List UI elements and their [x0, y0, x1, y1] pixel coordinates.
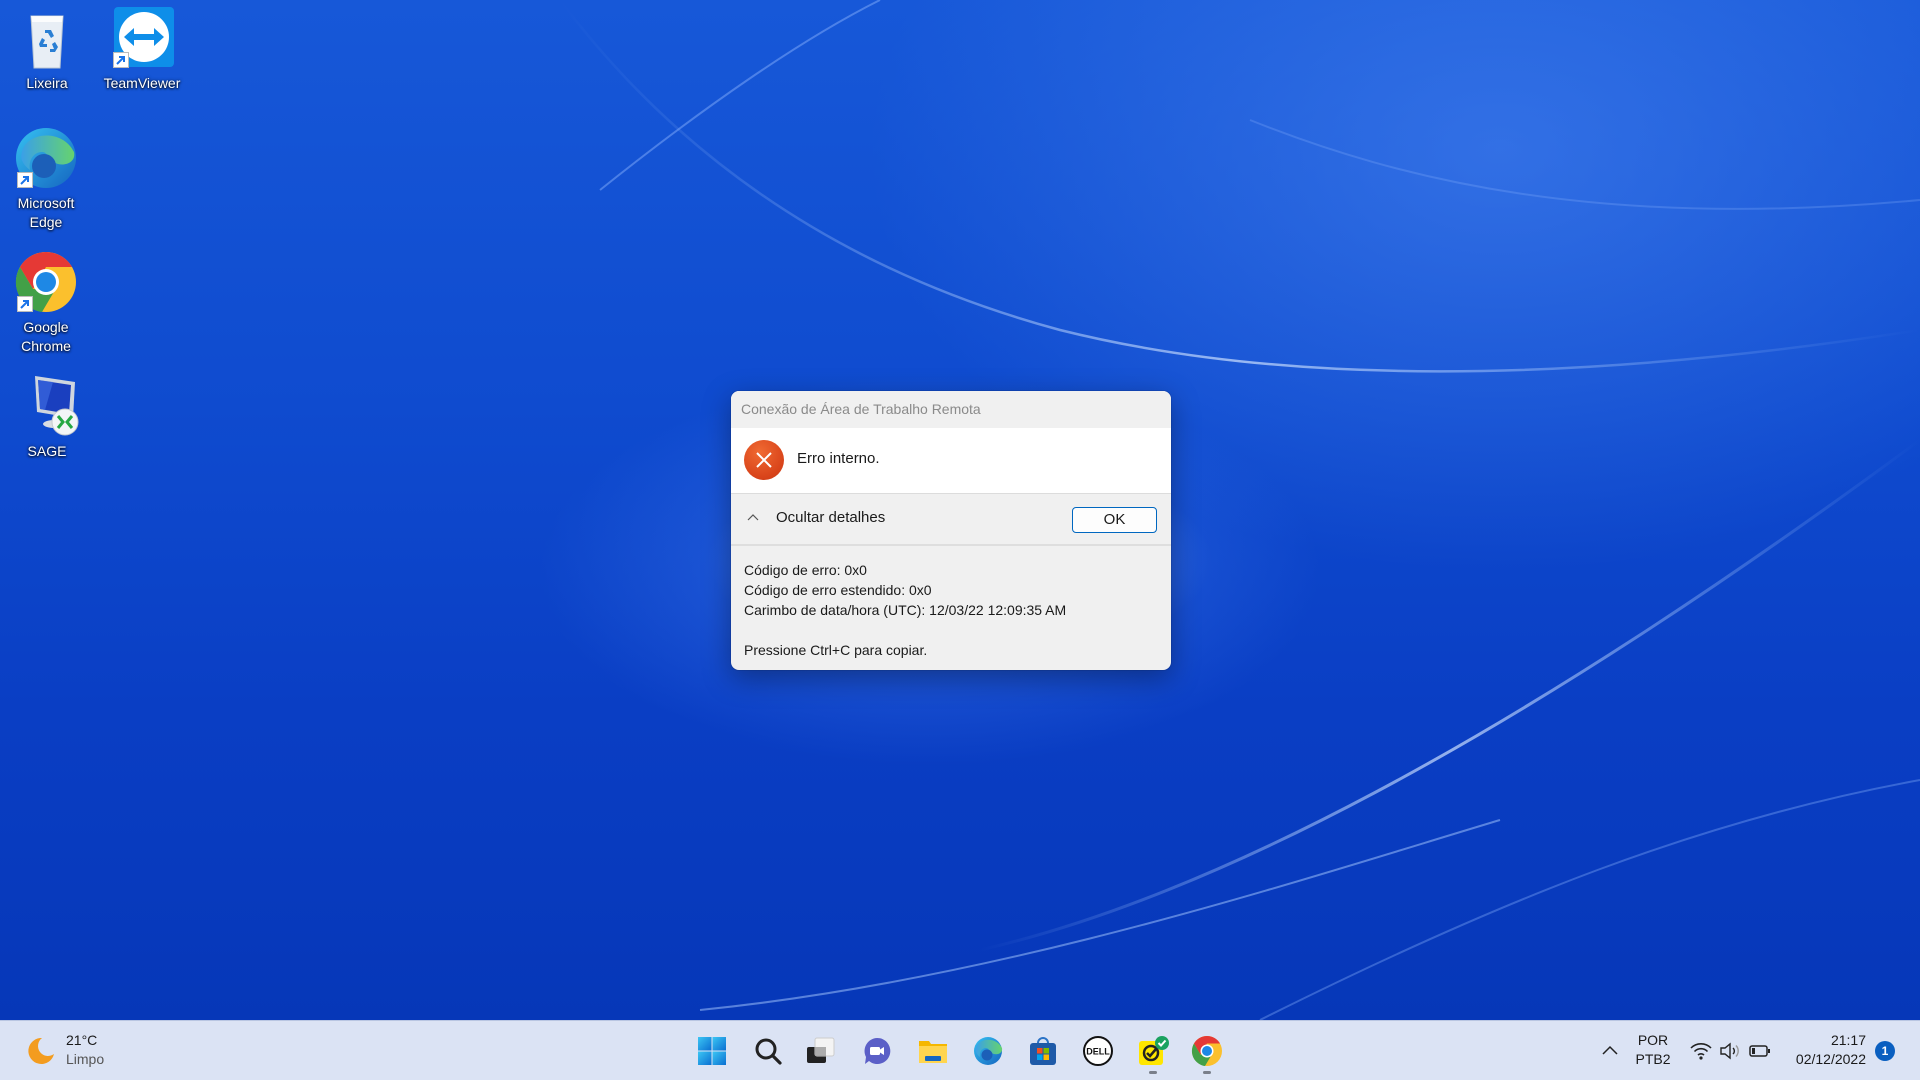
- desktop-icon-edge[interactable]: Microsoft Edge: [1, 126, 91, 232]
- remote-desktop-error-dialog: Conexão de Área de Trabalho Remota Erro …: [731, 391, 1171, 670]
- show-hidden-icons-button[interactable]: [1598, 1021, 1622, 1080]
- teams-chat-icon: [864, 1037, 891, 1064]
- moon-icon: [28, 1037, 54, 1064]
- dell-icon: DELL: [1083, 1036, 1113, 1066]
- desktop-icon-sage[interactable]: SAGE: [2, 374, 92, 461]
- notification-badge[interactable]: 1: [1875, 1041, 1895, 1061]
- shortcut-arrow-icon: [17, 296, 33, 312]
- language-code: POR: [1637, 1032, 1669, 1048]
- store-icon: [1030, 1037, 1056, 1065]
- chrome-icon: [14, 250, 78, 314]
- desktop-icon-lixeira[interactable]: Lixeira: [2, 6, 92, 93]
- hide-details-label: Ocultar detalhes: [776, 509, 886, 526]
- quick-settings-button[interactable]: [1688, 1021, 1774, 1080]
- dialog-message-area: Erro interno.: [731, 428, 1171, 494]
- remote-desktop-icon: [15, 374, 79, 438]
- copy-hint: Pressione Ctrl+C para copiar.: [744, 642, 928, 658]
- taskbar-task-view-button[interactable]: [798, 1029, 842, 1073]
- wifi-icon: [1690, 1043, 1712, 1060]
- teamviewer-icon: [110, 6, 174, 70]
- task-view-icon: [807, 1037, 835, 1063]
- weather-temperature: 21°C: [66, 1032, 98, 1048]
- running-indicator: [1149, 1071, 1157, 1074]
- extended-error-code: Código de erro estendido: 0x0: [744, 582, 932, 598]
- keyboard-layout: PTB2: [1635, 1051, 1671, 1067]
- taskbar-search-button[interactable]: [746, 1029, 790, 1073]
- taskbar-chat-button[interactable]: [855, 1029, 899, 1073]
- folder-icon: [919, 1041, 947, 1063]
- desktop-icon-label: Microsoft Edge: [17, 195, 75, 230]
- ok-button[interactable]: OK: [1072, 507, 1157, 533]
- taskbar-chrome-button[interactable]: [1185, 1029, 1229, 1074]
- clock-date: 02/12/2022: [1795, 1051, 1866, 1067]
- svg-text:DELL: DELL: [1086, 1047, 1110, 1057]
- desktop-icon-label: Lixeira: [26, 75, 68, 91]
- recycle-bin-icon: [15, 6, 79, 70]
- dialog-title[interactable]: Conexão de Área de Trabalho Remota: [731, 391, 1171, 428]
- edge-icon: [14, 126, 78, 190]
- taskbar-start-button[interactable]: [690, 1029, 734, 1073]
- shortcut-arrow-icon: [113, 52, 129, 68]
- chrome-icon: [1191, 1036, 1222, 1066]
- desktop-icon-teamviewer[interactable]: TeamViewer: [97, 6, 187, 93]
- input-language-indicator[interactable]: POR PTB2: [1632, 1021, 1674, 1080]
- taskbar-dell-button[interactable]: DELL: [1076, 1029, 1120, 1073]
- dialog-toolbar: Ocultar detalhes OK: [731, 494, 1171, 546]
- desktop-icon-chrome[interactable]: Google Chrome: [1, 250, 91, 356]
- error-details[interactable]: Código de erro: 0x0 Código de erro esten…: [731, 546, 1171, 660]
- error-icon: [744, 440, 784, 480]
- desktop-icon-label: SAGE: [27, 443, 67, 459]
- chevron-up-icon: [747, 513, 759, 520]
- taskbar: 21°C Limpo DELL POR PTB2 21:17 02/12/202…: [0, 1020, 1920, 1080]
- windows-start-icon: [698, 1037, 726, 1065]
- desktop-icon-label: Google Chrome: [21, 319, 71, 354]
- volume-icon: [1720, 1042, 1739, 1060]
- weather-widget[interactable]: 21°C Limpo: [24, 1031, 104, 1069]
- battery-icon: [1749, 1045, 1770, 1057]
- clock-time: 21:17: [1830, 1032, 1866, 1048]
- taskbar-norton-button[interactable]: [1131, 1029, 1175, 1074]
- edge-icon: [974, 1037, 1003, 1065]
- norton-icon: [1139, 1036, 1169, 1065]
- weather-condition: Limpo: [66, 1051, 105, 1067]
- taskbar-store-button[interactable]: [1021, 1029, 1065, 1073]
- shortcut-arrow-icon: [17, 172, 33, 188]
- chevron-up-icon: [1602, 1045, 1618, 1055]
- search-icon: [755, 1038, 782, 1065]
- hide-details-toggle[interactable]: Ocultar detalhes: [745, 509, 885, 526]
- desktop-icon-label: TeamViewer: [103, 75, 181, 91]
- taskbar-file-explorer-button[interactable]: [911, 1029, 955, 1073]
- running-indicator: [1203, 1071, 1211, 1074]
- clock[interactable]: 21:17 02/12/2022: [1796, 1031, 1866, 1069]
- taskbar-edge-button[interactable]: [966, 1029, 1010, 1073]
- error-message: Erro interno.: [797, 450, 880, 467]
- error-timestamp: Carimbo de data/hora (UTC): 12/03/22 12:…: [744, 602, 1067, 618]
- error-code: Código de erro: 0x0: [744, 562, 867, 578]
